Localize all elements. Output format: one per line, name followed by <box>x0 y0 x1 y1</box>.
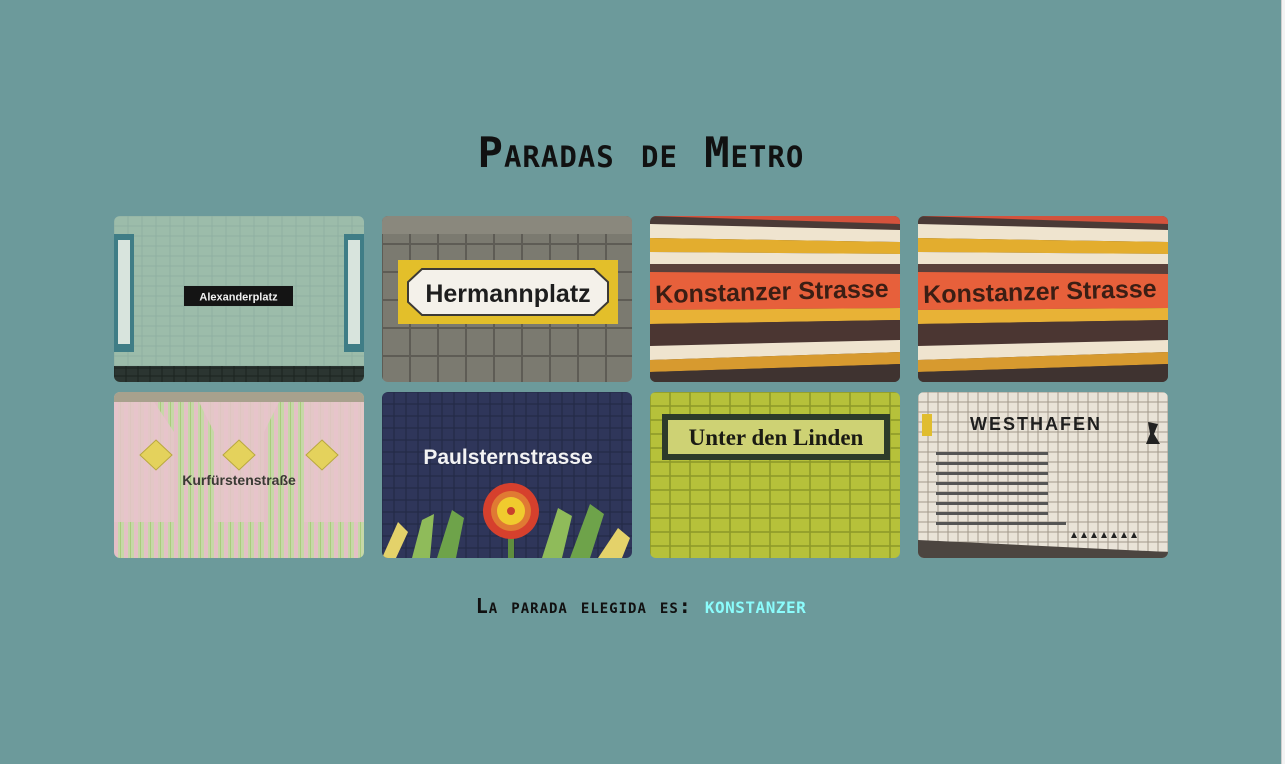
selected-station-line: La parada elegida es: KONSTANZER <box>0 594 1282 618</box>
westhafen-photo: WESTHAFEN <box>918 392 1168 558</box>
station-card-unter-den-linden[interactable]: Unter den Linden <box>650 392 900 558</box>
station-sign-text: Paulsternstrasse <box>423 446 592 469</box>
station-card-konstanzer-strasse[interactable]: Konstanzer Strasse <box>650 216 900 382</box>
page-title: Paradas de Metro <box>477 128 805 177</box>
station-sign-text: Kurfürstenstraße <box>182 472 296 488</box>
station-gallery: Alexanderplatz Hermannplatz Konstanzer S… <box>114 216 1168 558</box>
station-sign-text: Hermannplatz <box>425 280 590 308</box>
alexanderplatz-photo: Alexanderplatz <box>114 216 364 382</box>
window-scrollbar-edge <box>1281 0 1285 764</box>
konstanzer-strasse-photo: Konstanzer Strasse <box>650 216 900 382</box>
selected-station-prefix: La parada elegida es: <box>475 594 692 618</box>
selected-station-value: KONSTANZER <box>704 598 807 617</box>
unter-den-linden-photo: Unter den Linden <box>650 392 900 558</box>
station-card-konstanzer-strasse-2[interactable]: Konstanzer Strasse <box>918 216 1168 382</box>
station-sign-text: WESTHAFEN <box>970 414 1102 434</box>
station-card-kurfuerstenstrasse[interactable]: Kurfürstenstraße <box>114 392 364 558</box>
station-card-paulsternstrasse[interactable]: Paulsternstrasse <box>382 392 632 558</box>
station-card-westhafen[interactable]: WESTHAFEN <box>918 392 1168 558</box>
station-card-alexanderplatz[interactable]: Alexanderplatz <box>114 216 364 382</box>
paulsternstrasse-photo: Paulsternstrasse <box>382 392 632 558</box>
station-sign-text: Alexanderplatz <box>199 292 278 304</box>
hermannplatz-photo: Hermannplatz <box>382 216 632 382</box>
station-sign-text: Unter den Linden <box>689 425 864 450</box>
kurfuerstenstrasse-photo: Kurfürstenstraße <box>114 392 364 558</box>
konstanzer-strasse-photo: Konstanzer Strasse <box>918 216 1168 382</box>
station-card-hermannplatz[interactable]: Hermannplatz <box>382 216 632 382</box>
